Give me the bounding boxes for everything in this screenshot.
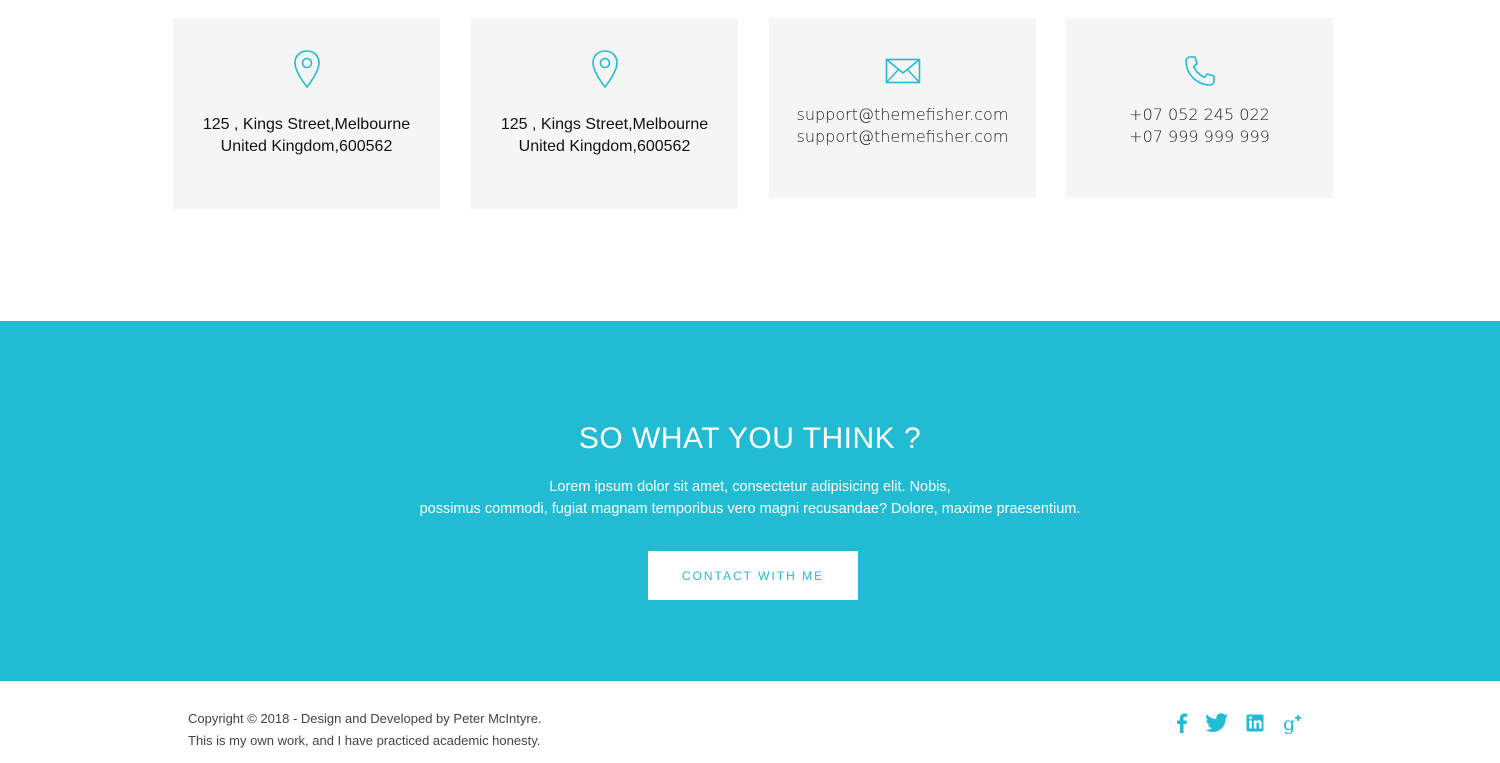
phone-icon <box>1066 54 1333 96</box>
copyright-line-1: Copyright © 2018 - Design and Developed … <box>188 711 542 726</box>
cta-description: Lorem ipsum dolor sit amet, consectetur … <box>0 477 1500 520</box>
map-marker-icon <box>471 49 738 91</box>
address-card-2: 125 , Kings Street,Melbourne United King… <box>471 18 738 209</box>
google-plus-link[interactable]: g <box>1282 712 1306 734</box>
address-line-2: United Kingdom,600562 <box>220 138 393 155</box>
contact-with-me-button[interactable]: CONTACT WITH ME <box>648 551 858 600</box>
cta-text-line-1: Lorem ipsum dolor sit amet, consectetur … <box>549 479 951 495</box>
call-to-action-section: SO WHAT YOU THINK ? Lorem ipsum dolor si… <box>0 321 1500 681</box>
facebook-icon <box>1172 712 1192 734</box>
facebook-link[interactable] <box>1172 712 1192 734</box>
email-card: support@themefisher.com support@themefis… <box>769 18 1036 198</box>
phone-line-2[interactable]: +07 999 999 999 <box>1066 126 1333 148</box>
address-card-1: 125 , Kings Street,Melbourne United King… <box>173 18 440 209</box>
copyright: Copyright © 2018 - Design and Developed … <box>188 708 542 752</box>
phone-line-1[interactable]: +07 052 245 022 <box>1066 104 1333 126</box>
cta-title: SO WHAT YOU THINK ? <box>578 422 922 455</box>
svg-text:g: g <box>1283 713 1295 734</box>
address-line-1: 125 , Kings Street,Melbourne <box>202 116 411 133</box>
copyright-line-2: This is my own work, and I have practice… <box>188 733 541 748</box>
linkedin-link[interactable] <box>1245 712 1265 734</box>
map-marker-icon <box>173 49 440 91</box>
email-line-1[interactable]: support@themefisher.com <box>769 104 1036 126</box>
address-line-1: 125 , Kings Street,Melbourne <box>500 116 709 133</box>
linkedin-icon <box>1245 712 1265 734</box>
address-line-2: United Kingdom,600562 <box>518 138 691 155</box>
google-plus-icon: g <box>1282 712 1306 734</box>
envelope-icon <box>769 58 1036 100</box>
phone-card: +07 052 245 022 +07 999 999 999 <box>1066 18 1333 198</box>
twitter-link[interactable] <box>1205 712 1229 734</box>
contact-cards: 125 , Kings Street,Melbourne United King… <box>173 18 1334 210</box>
twitter-icon <box>1205 712 1229 734</box>
cta-text-line-2: possimus commodi, fugiat magnam temporib… <box>419 500 1081 517</box>
footer: Copyright © 2018 - Design and Developed … <box>0 681 1500 763</box>
email-line-2[interactable]: support@themefisher.com <box>769 126 1036 148</box>
